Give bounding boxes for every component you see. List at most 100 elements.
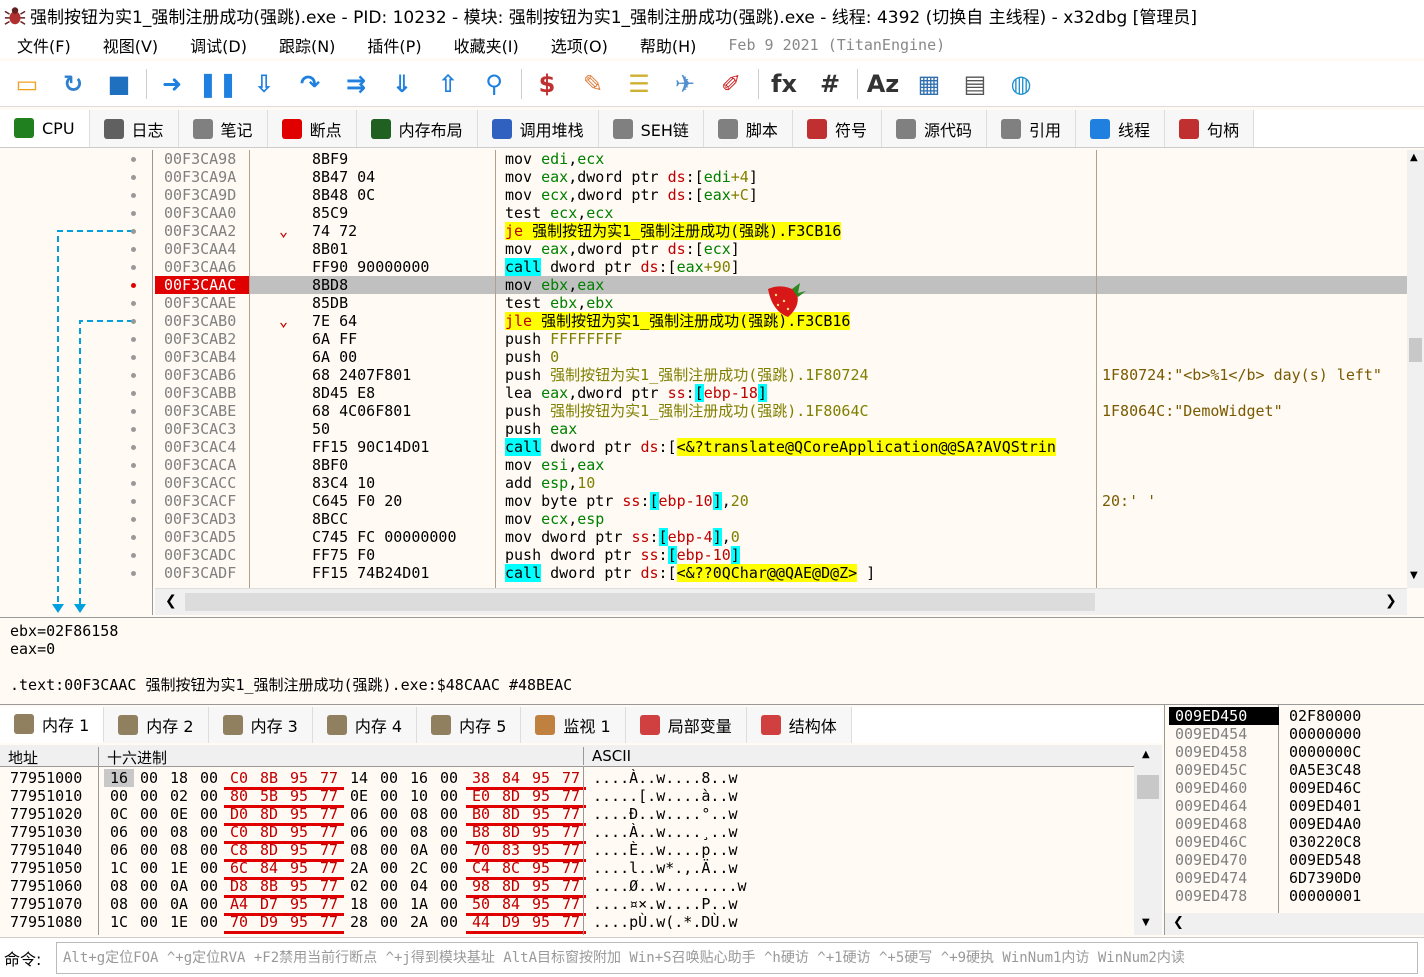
scroll-up-icon[interactable]: ▲ — [1142, 749, 1150, 760]
tab-script[interactable]: 脚本 — [703, 110, 793, 147]
dump-tab-3[interactable]: 内存 4 — [312, 707, 418, 743]
breakpoint-dot[interactable] — [131, 337, 136, 342]
dump-tab-6[interactable]: 局部变量 — [625, 707, 747, 743]
restart-icon[interactable]: ↻ — [54, 65, 92, 103]
patch-icon[interactable]: ✎ — [574, 65, 612, 103]
dump-tab-5[interactable]: 监视 1 — [521, 707, 626, 743]
stack-row[interactable]: 009ED470 009ED548 — [1165, 851, 1424, 869]
breakpoint-dot[interactable] — [131, 229, 136, 234]
disasm-row[interactable]: 00F3CABE 68 4C06F801 push 强制按钮为实1_强制注册成功(强… — [155, 402, 1407, 420]
breakpoint-dot[interactable] — [131, 355, 136, 360]
breakpoint-dot[interactable] — [131, 481, 136, 486]
breakpoint-dot[interactable] — [131, 265, 136, 270]
breakpoint-dot[interactable] — [131, 247, 136, 252]
disasm-row[interactable]: 00F3CAB6 68 2407F801 push 强制按钮为实1_强制注册成功(强… — [155, 366, 1407, 384]
menu-favourites[interactable]: 收藏夹(I) — [454, 33, 519, 57]
tab-breakpoint[interactable]: 断点 — [267, 110, 357, 147]
bookmark-icon[interactable]: ✐ — [712, 65, 750, 103]
disassembly-vscroll[interactable]: ▲ ▼ — [1407, 150, 1424, 588]
dump-row[interactable]: 77951080 1C 00 1E 00 70 D9 95 77 28 00 2A 00 44 D9 95 77… — [0, 913, 1134, 934]
font-icon[interactable]: Az — [864, 65, 902, 103]
scroll-down-icon[interactable]: ▼ — [1410, 570, 1418, 581]
globe-icon[interactable]: ◍ — [1002, 65, 1040, 103]
breakpoint-dot[interactable] — [131, 319, 136, 324]
dump-vscroll[interactable]: ▲ ▼ — [1134, 745, 1162, 935]
breakpoint-dot[interactable] — [131, 427, 136, 432]
dump-row[interactable]: 77951070 08 00 0A 00 A4 D7 95 77 18 00 1A 00 50 84 95 77… — [0, 895, 1134, 916]
breakpoint-dot[interactable] — [131, 301, 136, 306]
tab-call-stack[interactable]: 调用堆栈 — [477, 110, 599, 147]
open-icon[interactable]: ▭ — [8, 65, 46, 103]
scroll-left-icon[interactable]: ❮ — [1173, 915, 1184, 930]
disasm-row[interactable]: 00F3CABB 8D45 E8 lea eax,dword ptr ss:[ebp… — [155, 384, 1407, 402]
disasm-row[interactable]: 00F3CACA 8BF0 mov esi,eax — [155, 456, 1407, 474]
breakpoint-dot[interactable] — [131, 571, 136, 576]
disasm-row[interactable]: 00F3CADC FF75 F0 push dword ptr ss:[ebp-10… — [155, 546, 1407, 564]
stop-icon[interactable]: ■ — [100, 65, 138, 103]
menu-trace[interactable]: 跟踪(N) — [279, 33, 335, 57]
tab-threads[interactable]: 线程 — [1075, 110, 1165, 147]
hscroll-thumb[interactable] — [185, 593, 1095, 611]
function-icon[interactable]: fx — [765, 65, 803, 103]
stack-row[interactable]: 009ED45C 0A5E3C48 — [1165, 761, 1424, 779]
breakpoint-dot[interactable] — [131, 175, 136, 180]
trace-over-icon[interactable]: ⇓ — [383, 65, 421, 103]
disassembly-hscroll[interactable]: ❮ ❯ — [155, 588, 1407, 615]
tab-handles[interactable]: 句柄 — [1165, 110, 1255, 147]
stack-row[interactable]: 009ED478 00000001 — [1165, 887, 1424, 905]
scroll-down-icon[interactable]: ▼ — [1142, 917, 1150, 928]
dump-row[interactable]: 77951050 1C 00 1E 00 6C 84 95 77 2A 00 2C 00 C4 8C 95 77… — [0, 859, 1134, 880]
stack-row[interactable]: 009ED474 6D7390D0 — [1165, 869, 1424, 887]
stack-hscroll[interactable]: ❮ — [1165, 913, 1424, 935]
stack-row[interactable]: 009ED450 02F80000 — [1165, 707, 1424, 725]
disasm-row[interactable]: 00F3CAA0 85C9 test ecx,ecx — [155, 204, 1407, 222]
dump-tab-1[interactable]: 内存 2 — [104, 707, 209, 743]
scroll-right-icon[interactable]: ❯ — [1385, 593, 1397, 609]
menu-file[interactable]: 文件(F) — [17, 33, 71, 57]
disasm-row[interactable]: 00F3CA98 8BF9 mov edi,ecx — [155, 150, 1407, 168]
stack-row[interactable]: 009ED468 009ED4A0 — [1165, 815, 1424, 833]
menu-options[interactable]: 选项(O) — [551, 33, 608, 57]
tab-symbols[interactable]: 符号 — [792, 110, 882, 147]
disasm-row[interactable]: 00F3CAC3 50 push eax — [155, 420, 1407, 438]
hash-icon[interactable]: # — [811, 65, 849, 103]
breakpoint-dot[interactable] — [131, 517, 136, 522]
disasm-row[interactable]: 00F3CAB4 6A 00 push 0 — [155, 348, 1407, 366]
trace-into-icon[interactable]: ⇉ — [337, 65, 375, 103]
stack-row[interactable]: 009ED464 009ED401 — [1165, 797, 1424, 815]
tab-cpu[interactable]: CPU — [0, 110, 90, 147]
breakpoint-dot[interactable] — [131, 283, 136, 288]
disassembly-view[interactable]: 00F3CA98 8BF9 mov edi,ecx 00F3CA9A 8B47 04 mo… — [155, 150, 1407, 588]
disasm-row[interactable]: 00F3CAB2 6A FF push FFFFFFFF — [155, 330, 1407, 348]
breakpoint-dot[interactable] — [131, 193, 136, 198]
run-to-user-code-icon[interactable]: ⚲ — [475, 65, 513, 103]
calculator-icon[interactable]: ▤ — [956, 65, 994, 103]
menu-help[interactable]: 帮助(H) — [640, 33, 697, 57]
tab-notes[interactable]: 笔记 — [178, 110, 268, 147]
label-icon[interactable]: ✈ — [666, 65, 704, 103]
disasm-row[interactable]: 00F3CAC4 FF15 90C14D01 call dword ptr ds:[… — [155, 438, 1407, 456]
scroll-up-icon[interactable]: ▲ — [1410, 152, 1418, 163]
stack-row[interactable]: 009ED458 0000000C — [1165, 743, 1424, 761]
dump-tab-0[interactable]: 内存 1 — [0, 707, 105, 743]
dump-row[interactable]: 77951060 08 00 0A 00 D8 8B 95 77 02 00 04 00 98 8D 95 77… — [0, 877, 1134, 898]
disasm-row[interactable]: 00F3CAA2 ⌄ 74 72 je 强制按钮为实1_强制注册成功(强跳).F3CB… — [155, 222, 1407, 240]
dump-tab-4[interactable]: 内存 5 — [417, 707, 522, 743]
properties-icon[interactable]: ▦ — [910, 65, 948, 103]
dump-tab-2[interactable]: 内存 3 — [208, 707, 313, 743]
scroll-thumb[interactable] — [1409, 338, 1422, 362]
dump-row[interactable]: 77951040 06 00 08 00 C8 8D 95 77 08 00 0A 00 70 83 95 77… — [0, 841, 1134, 862]
disasm-row[interactable]: 00F3CAA6 FF90 90000000 call dword ptr ds:[… — [155, 258, 1407, 276]
breakpoint-dot[interactable] — [131, 499, 136, 504]
breakpoint-dot[interactable] — [131, 463, 136, 468]
disasm-row[interactable]: 00F3CADF FF15 74B24D01 call dword ptr ds:[… — [155, 564, 1407, 582]
dump-row[interactable]: 77951000 16 00 18 00 C0 8B 95 77 14 00 16 00 38 84 95 77… — [0, 769, 1134, 790]
step-over-icon[interactable]: ↷ — [291, 65, 329, 103]
stack-row[interactable]: 009ED454 00000000 — [1165, 725, 1424, 743]
breakpoint-dot[interactable] — [131, 535, 136, 540]
run-icon[interactable]: ➜ — [153, 65, 191, 103]
command-input[interactable]: Alt+g定位FOA ^+g定位RVA +F2禁用当前行断点 ^+j得到模块基址… — [56, 941, 1418, 974]
comment-icon[interactable]: ☰ — [620, 65, 658, 103]
scylla-icon[interactable]: $ — [528, 65, 566, 103]
stack-row[interactable]: 009ED46C 030220C8 — [1165, 833, 1424, 851]
